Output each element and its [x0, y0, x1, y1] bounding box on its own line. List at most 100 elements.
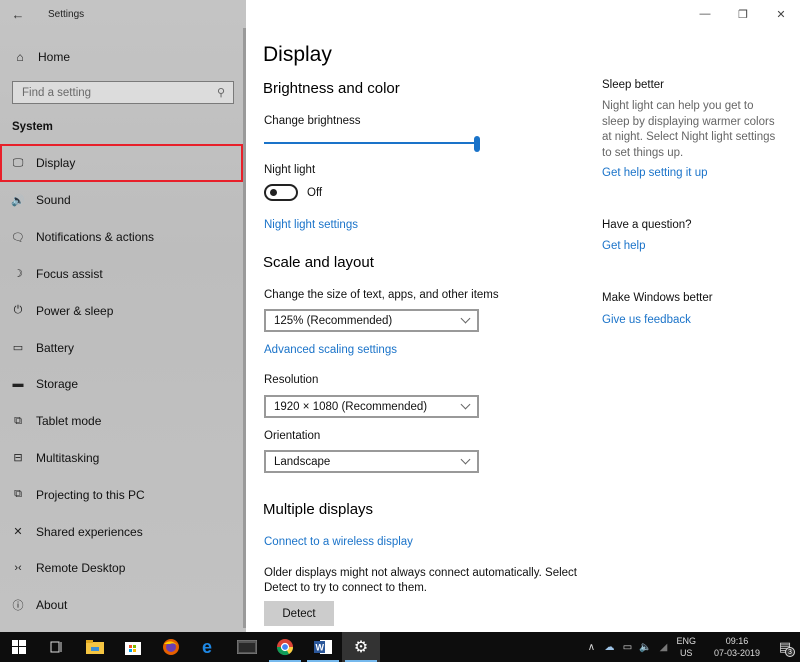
close-icon: ✕ — [776, 8, 786, 21]
volume-icon[interactable]: 🔈 — [636, 642, 654, 653]
get-help-link[interactable]: Get help — [602, 240, 645, 252]
svg-text:W: W — [316, 643, 325, 653]
window-controls: — ❐ ✕ — [686, 0, 800, 28]
app-title: Settings — [48, 8, 85, 20]
action-center-button[interactable]: ▤ 3 — [770, 632, 800, 662]
moon-icon: ☽ — [13, 268, 23, 281]
taskbar-edge-button[interactable]: e — [190, 632, 228, 662]
sidebar-item-label: Multitasking — [36, 450, 100, 465]
store-icon — [125, 639, 141, 655]
sidebar-item-projecting-to-this-pc[interactable]: ⧉ Projecting to this PC — [0, 476, 243, 513]
home-label: Home — [38, 50, 71, 64]
night-light-label: Night light — [264, 164, 316, 176]
multitasking-icon: ⊟ — [13, 452, 23, 465]
search-input[interactable] — [22, 86, 202, 99]
sidebar-item-label: Storage — [36, 377, 79, 392]
search-icon[interactable]: ⚲ — [217, 86, 225, 99]
taskbar-firefox-button[interactable] — [152, 632, 190, 662]
give-feedback-link[interactable]: Give us feedback — [602, 314, 691, 326]
sidebar-item-notifications-actions[interactable]: 🗨 Notifications & actions — [0, 219, 243, 256]
sleep-better-heading: Sleep better — [602, 79, 665, 91]
brightness-label: Change brightness — [264, 115, 361, 127]
taskbar-microsoft-store-button[interactable] — [114, 632, 152, 662]
scale-dropdown[interactable]: 125% (Recommended) — [264, 309, 479, 332]
sidebar-item-remote-desktop[interactable]: ›‹ Remote Desktop — [0, 550, 243, 587]
settings-gear-icon: ⚙ — [353, 639, 369, 656]
battery-tray-icon[interactable]: ▭ — [618, 642, 636, 653]
taskbar-word-button[interactable]: W — [304, 632, 342, 662]
sidebar-item-display[interactable]: 🖵 Display — [0, 144, 243, 182]
sidebar-item-about[interactable]: ⓘ About — [0, 587, 243, 624]
detect-button[interactable]: Detect — [264, 601, 334, 626]
brightness-heading: Brightness and color — [263, 80, 400, 97]
sidebar-item-storage[interactable]: ▬ Storage — [0, 366, 243, 403]
clock-time: 09:16 — [725, 636, 749, 646]
taskbar-chrome-button[interactable] — [266, 632, 304, 662]
taskbar-terminal-button[interactable] — [228, 632, 266, 662]
notification-badge: 3 — [785, 647, 795, 657]
orientation-label: Orientation — [264, 430, 321, 442]
remote-desktop-icon: ›‹ — [14, 562, 22, 575]
sidebar-item-label: Projecting to this PC — [36, 487, 145, 502]
word-icon: W — [314, 639, 332, 655]
battery-icon: ▭ — [12, 342, 24, 355]
maximize-button[interactable]: ❐ — [724, 0, 762, 28]
projecting-icon: ⧉ — [14, 488, 22, 501]
search-box[interactable]: ⚲ — [12, 81, 234, 104]
sidebar-nav: 🖵 Display 🔊 Sound 🗨 Notifications & actions ☽ F… — [0, 144, 243, 624]
language-indicator[interactable]: ENG US — [676, 635, 696, 659]
minimize-icon: — — [699, 8, 711, 20]
language-code: ENG — [676, 636, 696, 646]
taskbar-file-explorer-button[interactable] — [76, 632, 114, 662]
shared-experiences-icon: ✕ — [13, 526, 23, 539]
get-help-setting-link[interactable]: Get help setting it up — [602, 167, 707, 179]
task-view-icon — [50, 640, 64, 654]
home-nav-item[interactable]: ⌂ Home — [0, 44, 240, 70]
scale-value: 125% (Recommended) — [274, 314, 393, 327]
storage-icon: ▬ — [12, 378, 24, 391]
svg-text:e: e — [202, 638, 212, 656]
brightness-slider[interactable] — [264, 136, 480, 152]
sidebar-item-sound[interactable]: 🔊 Sound — [0, 182, 243, 219]
back-button[interactable]: ← — [0, 0, 36, 28]
chevron-down-icon — [460, 313, 471, 324]
edge-icon: e — [200, 638, 218, 656]
monitor-icon: 🖵 — [12, 156, 24, 169]
sidebar-item-focus-assist[interactable]: ☽ Focus assist — [0, 256, 243, 293]
taskbar-start-button[interactable] — [0, 632, 38, 662]
advanced-scaling-link[interactable]: Advanced scaling settings — [264, 344, 397, 356]
chevron-down-icon — [460, 454, 471, 465]
sidebar-item-tablet-mode[interactable]: ⧉ Tablet mode — [0, 403, 243, 440]
section-label: System — [12, 121, 53, 133]
sidebar-item-power-sleep[interactable]: ⏻ Power & sleep — [0, 292, 243, 329]
taskbar: e W ⚙ ∧ ☁ ▭ 🔈 ◢ ENG US 09:16 07-03-2019 ▤ … — [0, 632, 800, 662]
sidebar-item-label: Battery — [36, 340, 75, 355]
onedrive-icon[interactable]: ☁ — [600, 642, 618, 653]
sidebar: ← Settings ⌂ Home ⚲ System 🖵 Display 🔊 Soun… — [0, 0, 246, 632]
info-icon: ⓘ — [12, 600, 24, 613]
chevron-down-icon — [460, 399, 471, 410]
sleep-better-text: Night light can help you get to sleep by… — [602, 100, 776, 159]
night-light-toggle[interactable] — [264, 184, 298, 201]
close-button[interactable]: ✕ — [762, 0, 800, 28]
feedback-heading: Make Windows better — [602, 292, 713, 304]
minimize-button[interactable]: — — [686, 0, 724, 28]
wireless-display-link[interactable]: Connect to a wireless display — [264, 536, 413, 548]
taskbar-settings-button[interactable]: ⚙ — [342, 632, 380, 662]
night-light-settings-link[interactable]: Night light settings — [264, 219, 358, 231]
resolution-dropdown[interactable]: 1920 × 1080 (Recommended) — [264, 395, 479, 418]
home-icon: ⌂ — [16, 50, 24, 64]
sidebar-item-label: Power & sleep — [36, 303, 114, 318]
sidebar-item-label: Sound — [36, 193, 71, 208]
clock[interactable]: 09:16 07-03-2019 — [714, 635, 760, 659]
wifi-icon[interactable]: ◢ — [654, 642, 672, 653]
sidebar-item-battery[interactable]: ▭ Battery — [0, 329, 243, 366]
chevron-up-icon[interactable]: ∧ — [582, 642, 600, 653]
sidebar-item-multitasking[interactable]: ⊟ Multitasking — [0, 440, 243, 477]
sidebar-item-shared-experiences[interactable]: ✕ Shared experiences — [0, 513, 243, 550]
title-bar: ← Settings — [0, 0, 246, 28]
orientation-dropdown[interactable]: Landscape — [264, 450, 479, 473]
taskbar-task-view-button[interactable] — [38, 632, 76, 662]
sidebar-item-label: About — [36, 598, 68, 613]
brightness-slider-thumb[interactable] — [474, 136, 480, 152]
